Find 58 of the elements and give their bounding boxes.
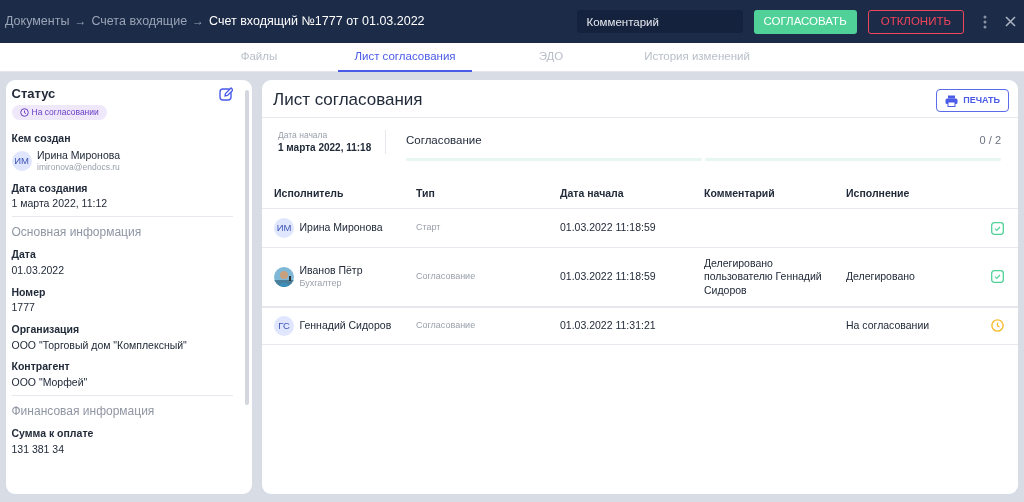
column-header: Тип: [416, 187, 436, 201]
type-cell-text: Согласование: [416, 271, 477, 283]
field-value: 1 марта 2022, 11:12: [11, 197, 109, 211]
status-badge: На согласовании: [11, 105, 107, 121]
date-cell-text: 01.03.2022 11:31:21: [560, 319, 657, 333]
executor-name: Иванов Пётр: [299, 264, 363, 278]
edit-icon[interactable]: [218, 86, 233, 101]
start-label: Дата начала: [278, 130, 329, 142]
field-label: Сумма к оплате: [11, 427, 95, 441]
comment-cell: Делегировано пользователю Геннадий Сидоров: [704, 256, 822, 298]
breadcrumb-link[interactable]: Документы: [5, 13, 70, 30]
page-title: Лист согласования: [273, 89, 423, 112]
more-icon[interactable]: [983, 14, 987, 29]
date-cell-text: 01.03.2022 11:18:59: [560, 221, 657, 235]
field-value: ООО "Морфей": [11, 375, 89, 390]
comment-field[interactable]: Комментарий: [576, 10, 743, 33]
type-cell-text: Согласование: [416, 320, 477, 332]
result-cell: На согласовании: [846, 319, 930, 333]
field-label: Дата: [11, 248, 37, 263]
field-label: Контрагент: [11, 360, 71, 374]
column-header: Комментарий: [704, 187, 776, 201]
clock-icon: [19, 108, 29, 118]
avatar: ИМ: [274, 218, 294, 238]
section-title: Основная информация: [11, 224, 143, 241]
type-cell-text: Старт: [416, 222, 442, 234]
start-date: 1 марта 2022, 11:18: [278, 141, 373, 155]
print-button[interactable]: ПЕЧАТЬ: [936, 89, 1009, 112]
column-header: Исполнение: [846, 187, 911, 201]
avatar: ГС: [274, 316, 294, 336]
tab[interactable]: Лист согласования: [338, 43, 472, 72]
field-label: Организация: [11, 322, 81, 337]
breadcrumb-separator: →: [192, 13, 205, 30]
reject-button[interactable]: ОТКЛОНИТЬ: [867, 9, 964, 34]
column-header: Исполнитель: [274, 187, 345, 201]
field-value: 01.03.2022: [11, 264, 66, 278]
field-value: ООО "Торговый дом "Комплексный": [11, 338, 188, 353]
breadcrumb-link[interactable]: Счета входящие: [91, 13, 188, 30]
field-value: 1777: [11, 301, 36, 315]
close-icon[interactable]: [1005, 16, 1016, 27]
field-label: Номер: [11, 285, 47, 300]
result-cell: Делегировано: [846, 270, 915, 284]
executor-name: Ирина Миронова: [299, 221, 383, 235]
breadcrumb-separator: →: [74, 13, 87, 30]
column-header: Дата начала: [560, 187, 625, 201]
stage-name: Согласование: [406, 133, 482, 148]
sidebar-title: Статус: [11, 85, 56, 103]
progress-count: 0 / 2: [979, 133, 1001, 148]
field-label: Кем создан: [11, 132, 72, 147]
date-cell-text: 01.03.2022 11:18:59: [560, 270, 657, 284]
executor-name: Геннадий Сидоров: [299, 319, 392, 333]
section-title: Финансовая информация: [11, 403, 156, 420]
user-email: imironova@endocs.ru: [37, 162, 121, 174]
executor-role: Бухгалтер: [299, 277, 343, 290]
avatar: ИМ: [11, 151, 32, 172]
printer-icon: [945, 94, 959, 107]
field-label: Дата создания: [11, 181, 89, 196]
user-name: Ирина Миронова: [37, 148, 121, 163]
field-value: 131 381 34: [11, 442, 66, 457]
